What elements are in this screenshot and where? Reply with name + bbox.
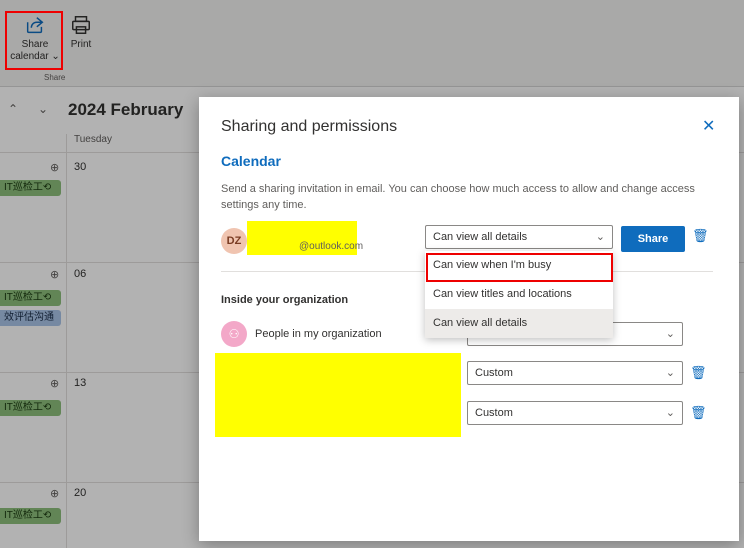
chevron-down-icon: ⌄	[665, 407, 675, 419]
redacted-block	[215, 353, 461, 437]
dropdown-value: Can view all details	[433, 231, 528, 243]
sharing-description: Send a sharing invitation in email. You …	[221, 183, 695, 211]
section-heading-inside-org: Inside your organization	[221, 294, 349, 306]
share-button[interactable]: Share	[621, 226, 685, 252]
people-in-org-label: People in my organization	[255, 328, 382, 340]
dialog-title: Sharing and permissions	[221, 118, 398, 135]
trash-icon[interactable]: 🗑	[692, 228, 709, 244]
chevron-down-icon: ⌄	[595, 231, 605, 243]
share-button-highlight-outline	[5, 11, 63, 70]
custom-permission-dropdown[interactable]: Custom ⌄	[467, 401, 683, 425]
dropdown-value: Custom	[475, 407, 513, 419]
dropdown-value: Custom	[475, 367, 513, 379]
close-icon[interactable]: ✕	[702, 116, 715, 136]
invitee-email: @outlook.com	[299, 241, 364, 252]
invitee-permission-dropdown[interactable]: Can view all details ⌄	[425, 225, 613, 249]
people-icon: ⚇	[221, 321, 247, 347]
chevron-down-icon: ⌄	[665, 367, 675, 379]
avatar: DZ	[221, 228, 247, 254]
menu-item-all-details[interactable]: Can view all details	[425, 309, 613, 338]
trash-icon[interactable]: 🗑	[690, 365, 707, 381]
section-heading-calendar: Calendar	[221, 153, 281, 169]
trash-icon[interactable]: 🗑	[690, 405, 707, 421]
chevron-down-icon: ⌄	[665, 328, 675, 340]
sharing-dialog: Sharing and permissions ✕ Calendar Send …	[199, 97, 739, 541]
menu-item-titles-locations[interactable]: Can view titles and locations	[425, 280, 613, 309]
custom-permission-dropdown[interactable]: Custom ⌄	[467, 361, 683, 385]
menu-item-highlight	[426, 253, 613, 282]
